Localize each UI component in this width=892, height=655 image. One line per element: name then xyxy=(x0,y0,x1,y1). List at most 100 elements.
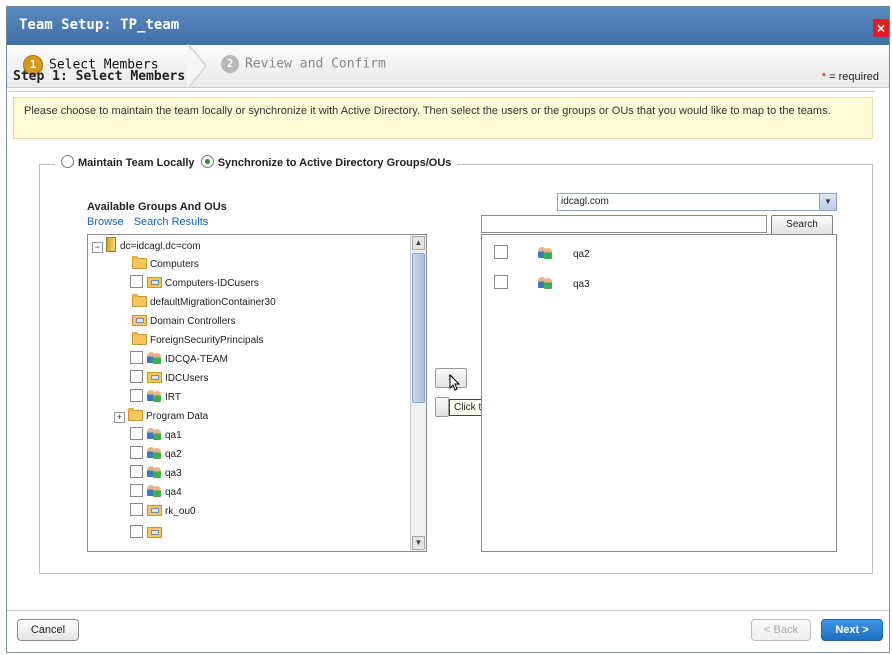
tree-row[interactable]: qa3 xyxy=(130,465,182,483)
tree-row[interactable]: IDCQA-TEAM xyxy=(130,351,228,369)
tree-row[interactable]: qa1 xyxy=(130,427,182,445)
scroll-down-icon[interactable]: ▼ xyxy=(412,536,425,550)
mouse-cursor-icon xyxy=(449,374,461,391)
group-icon xyxy=(147,485,162,497)
tree-item-label: IRT xyxy=(165,392,181,403)
tree-item-label: qa1 xyxy=(165,430,182,441)
tree-item-label: Program Data xyxy=(146,411,209,422)
folder-icon xyxy=(132,256,147,269)
search-button[interactable]: Search xyxy=(771,215,833,235)
scroll-up-icon[interactable]: ▲ xyxy=(412,236,425,250)
tree-item-label: qa2 xyxy=(165,449,182,460)
ou-icon xyxy=(147,277,162,288)
tree-item-label: ForeignSecurityPrincipals xyxy=(150,335,264,346)
tree-checkbox[interactable] xyxy=(130,370,143,383)
tree-checkbox[interactable] xyxy=(130,351,143,364)
search-results-link[interactable]: Search Results xyxy=(134,216,209,228)
groups-tree[interactable]: − dc=idcagl,dc=com Computers Computers-ID… xyxy=(87,234,427,552)
result-checkbox[interactable] xyxy=(494,245,508,259)
tree-item-label: rk_ou0 xyxy=(165,506,196,517)
domain-select[interactable]: idcagl.com ▼ xyxy=(557,193,837,211)
chevron-down-icon[interactable]: ▼ xyxy=(819,194,836,210)
tree-checkbox[interactable] xyxy=(130,525,143,538)
tree-checkbox[interactable] xyxy=(130,427,143,440)
ou-icon xyxy=(132,315,147,326)
radio-sync-active-directory[interactable] xyxy=(200,155,214,168)
radio-maintain-locally[interactable] xyxy=(61,155,74,168)
tree-item-label: Domain Controllers xyxy=(150,316,236,327)
ou-icon xyxy=(147,527,162,538)
ou-icon xyxy=(147,505,162,516)
group-icon xyxy=(147,466,162,478)
result-label: qa3 xyxy=(573,279,590,290)
tree-row[interactable]: qa4 xyxy=(130,484,182,502)
tree-checkbox[interactable] xyxy=(130,446,143,459)
search-results-list: qa2 qa3 xyxy=(481,234,837,552)
step-separator-inner xyxy=(187,44,205,88)
mode-selector: Maintain Team Locally Synchronize to Act… xyxy=(55,155,458,169)
group-icon xyxy=(538,277,553,289)
tree-row[interactable]: IRT xyxy=(130,389,181,407)
page-title: Step 1: Select Members xyxy=(13,69,186,84)
tree-row-domain[interactable]: − dc=idcagl,dc=com xyxy=(92,237,201,255)
tree-checkbox[interactable] xyxy=(130,484,143,497)
folder-icon xyxy=(132,294,147,307)
browse-link[interactable]: Browse xyxy=(87,216,124,228)
result-row[interactable]: qa2 xyxy=(494,245,590,263)
group-icon xyxy=(538,247,553,259)
tree-checkbox[interactable] xyxy=(130,503,143,516)
title-bar: Team Setup: TP_team × xyxy=(7,7,889,45)
info-banner: Please choose to maintain the team local… xyxy=(13,97,873,139)
tree-row[interactable]: defaultMigrationContainer30 xyxy=(132,294,276,312)
required-text: = required xyxy=(826,71,879,83)
cancel-button[interactable]: Cancel xyxy=(17,619,79,641)
domain-icon xyxy=(106,237,116,252)
tree-row[interactable]: ForeignSecurityPrincipals xyxy=(132,332,263,350)
tree-item-label: qa3 xyxy=(165,468,182,479)
close-icon[interactable]: × xyxy=(873,19,889,37)
tree-item-label: IDCUsers xyxy=(165,373,209,384)
step-review-confirm: 2 Review and Confirm xyxy=(221,55,386,73)
ou-icon xyxy=(147,372,162,383)
group-icon xyxy=(147,390,162,402)
tree-checkbox[interactable] xyxy=(130,389,143,402)
tree-row[interactable]: qa2 xyxy=(130,446,182,464)
radio-label-local[interactable]: Maintain Team Locally xyxy=(78,157,195,169)
heading-divider xyxy=(9,91,875,92)
group-icon xyxy=(147,428,162,440)
tree-checkbox[interactable] xyxy=(130,465,143,478)
tree-item-label: Computers xyxy=(150,259,199,270)
available-view-links: Browse Search Results xyxy=(87,216,218,228)
group-icon xyxy=(147,447,162,459)
step-label-2: Review and Confirm xyxy=(245,56,386,72)
available-groups-label: Available Groups And OUs xyxy=(87,201,227,213)
dialog-title: Team Setup: TP_team xyxy=(19,17,180,33)
expand-icon[interactable]: + xyxy=(114,412,125,423)
collapse-icon[interactable]: − xyxy=(92,242,103,253)
tree-checkbox[interactable] xyxy=(130,275,143,288)
result-row[interactable]: qa3 xyxy=(494,275,590,293)
tree-row[interactable]: Domain Controllers xyxy=(132,313,236,331)
tree-item-label: defaultMigrationContainer30 xyxy=(150,297,276,308)
tree-row[interactable]: rk_ou0 xyxy=(130,503,196,521)
scroll-thumb[interactable] xyxy=(412,253,425,403)
next-button[interactable]: Next > xyxy=(821,619,883,641)
folder-icon xyxy=(132,332,147,345)
required-legend: * = required xyxy=(822,71,879,83)
back-button[interactable]: < Back xyxy=(751,619,811,641)
domain-select-value: idcagl.com xyxy=(561,196,609,207)
tree-row[interactable]: IDCUsers xyxy=(130,370,208,388)
folder-icon xyxy=(128,408,143,421)
result-checkbox[interactable] xyxy=(494,275,508,289)
tree-row-partial[interactable] xyxy=(130,525,165,543)
tree-scrollbar[interactable]: ▲ ▼ xyxy=(410,235,426,551)
tree-item-label: IDCQA-TEAM xyxy=(165,354,228,365)
search-input[interactable] xyxy=(481,215,767,233)
remove-selection-button[interactable] xyxy=(435,397,449,417)
tree-row[interactable]: + Program Data xyxy=(114,408,208,426)
tree-row[interactable]: Computers xyxy=(132,256,199,274)
tree-row[interactable]: Computers-IDCusers xyxy=(130,275,259,293)
tree-item-label: Computers-IDCusers xyxy=(165,278,259,289)
result-label: qa2 xyxy=(573,249,590,260)
radio-label-sync[interactable]: Synchronize to Active Directory Groups/O… xyxy=(218,157,452,169)
